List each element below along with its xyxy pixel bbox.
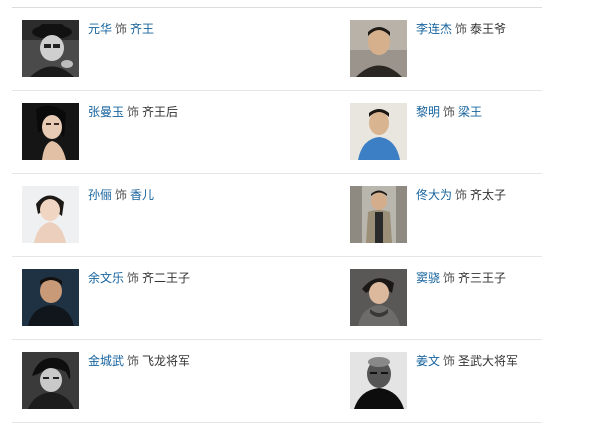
actor-link[interactable]: 姜文 — [416, 354, 440, 368]
caption: 元华饰齐王 — [88, 21, 154, 37]
cast-list: 元华饰齐王 李连杰饰泰王爷 张曼玉 饰 齐王后 黎明 饰 梁王 孙俪 饰 香儿 … — [12, 8, 542, 423]
caption: 李连杰饰泰王爷 — [416, 21, 506, 37]
role-text: 齐王后 — [142, 105, 179, 119]
actor-link[interactable]: 余文乐 — [88, 271, 124, 285]
role-separator: 饰 — [455, 22, 468, 36]
actor-photo[interactable] — [350, 186, 407, 243]
role-separator: 饰 — [443, 354, 456, 368]
role-separator: 饰 — [443, 105, 456, 119]
caption: 姜文饰圣武大将军 — [416, 353, 518, 369]
caption: 黎明饰梁王 — [416, 104, 482, 120]
actor-link[interactable]: 窦骁 — [416, 271, 440, 285]
role-text: 泰王爷 — [470, 22, 507, 36]
caption: 孙俪饰香儿 — [88, 187, 154, 203]
role-separator: 饰 — [455, 188, 468, 202]
actor-photo[interactable] — [22, 269, 79, 326]
role-separator: 饰 — [443, 271, 456, 285]
role-separator: 饰 — [127, 105, 140, 119]
actor-photo[interactable] — [350, 269, 407, 326]
actor-photo[interactable] — [22, 103, 79, 160]
cast-row: 金城武饰飞龙将军 姜文饰圣武大将军 — [12, 340, 542, 423]
role-separator: 饰 — [115, 22, 128, 36]
caption: 佟大为饰齐太子 — [416, 187, 506, 203]
cast-row: 张曼玉饰齐王后 黎明饰梁王 — [12, 91, 542, 174]
role-separator: 饰 — [127, 354, 140, 368]
actor-link[interactable]: 金城武 — [88, 354, 124, 368]
cast-row: 元华饰齐王 李连杰饰泰王爷 — [12, 8, 542, 91]
caption: 余文乐饰齐二王子 — [88, 270, 190, 286]
cast-row: 余文乐饰齐二王子 窦骁饰齐三王子 — [12, 257, 542, 340]
caption: 张曼玉饰齐王后 — [88, 104, 178, 120]
role-text: 齐太子 — [470, 188, 507, 202]
actor-photo[interactable] — [22, 186, 79, 243]
actor-photo[interactable] — [22, 352, 79, 409]
cast-row: 孙俪饰香儿 佟大为饰齐太子 — [12, 174, 542, 257]
role-separator: 饰 — [115, 188, 128, 202]
role-separator: 饰 — [127, 271, 140, 285]
actor-photo[interactable] — [350, 20, 407, 77]
role-text: 圣武大将军 — [458, 354, 519, 368]
actor-link[interactable]: 佟大为 — [416, 188, 452, 202]
actor-photo[interactable] — [22, 20, 79, 77]
role-text: 齐三王子 — [458, 271, 507, 285]
role-link[interactable]: 梁王 — [458, 105, 482, 119]
actor-link[interactable]: 李连杰 — [416, 22, 452, 36]
actor-photo[interactable] — [350, 352, 407, 409]
actor-link[interactable]: 元华 — [88, 22, 112, 36]
actor-link[interactable]: 张曼玉 — [88, 105, 124, 119]
role-link[interactable]: 齐王 — [130, 22, 154, 36]
actor-link[interactable]: 黎明 — [416, 105, 440, 119]
role-text: 齐二王子 — [142, 271, 191, 285]
caption: 窦骁饰齐三王子 — [416, 270, 506, 286]
actor-link[interactable]: 孙俪 — [88, 188, 112, 202]
actor-photo[interactable] — [350, 103, 407, 160]
role-text: 飞龙将军 — [142, 354, 191, 368]
role-link[interactable]: 香儿 — [130, 188, 154, 202]
caption: 金城武饰飞龙将军 — [88, 353, 190, 369]
